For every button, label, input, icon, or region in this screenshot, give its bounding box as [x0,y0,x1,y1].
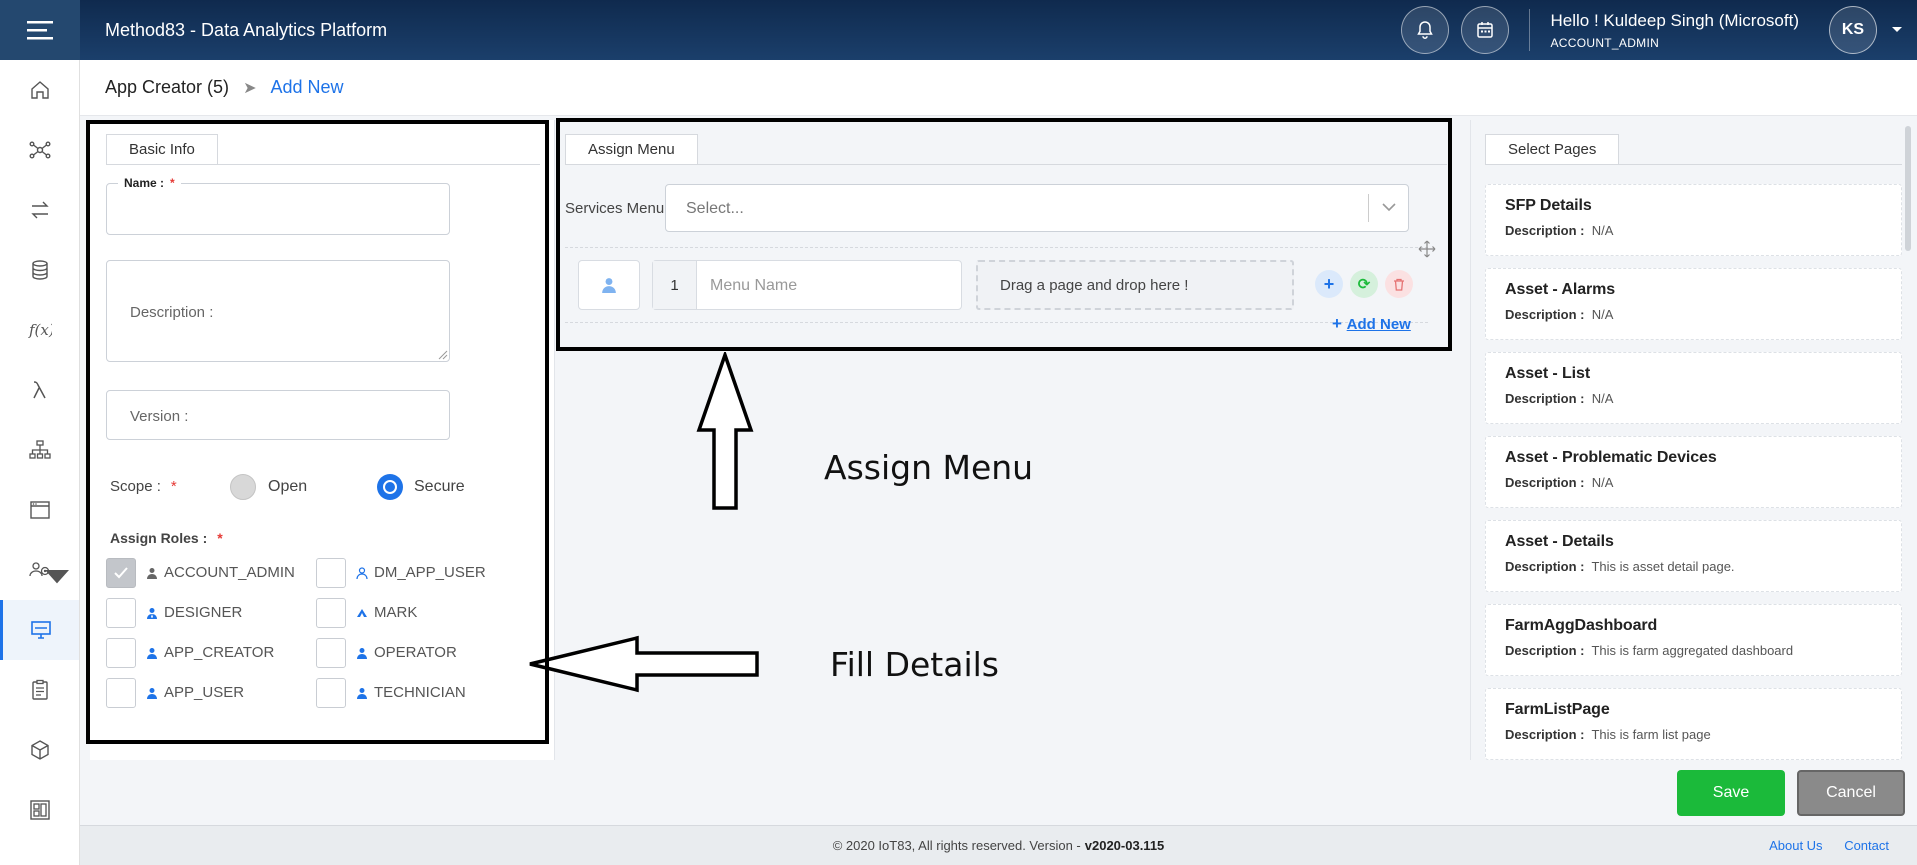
calendar-icon [1477,22,1494,38]
pages-scrollbar[interactable] [1905,126,1911,251]
page-card[interactable]: Asset - Problematic Devices Description :… [1485,436,1902,508]
breadcrumb-parent[interactable]: App Creator (5) [105,77,229,98]
cancel-button[interactable]: Cancel [1797,770,1905,816]
lambda-icon [32,381,46,399]
exchange-icon [30,201,49,219]
sidebar-item-user-management[interactable] [0,540,79,600]
clipboard-icon [31,679,48,700]
hierarchy-icon [28,440,51,459]
sidebar-item-clipboard[interactable] [0,660,79,720]
sidebar-item-layout[interactable] [0,780,79,840]
sidebar-item-lambda[interactable] [0,360,79,420]
monitor-icon [31,621,51,639]
breadcrumb-arrow-icon: ➤ [243,79,257,97]
sidebar: f(x) [0,60,80,865]
bell-icon [1417,21,1434,39]
sidebar-item-function[interactable]: f(x) [0,300,79,360]
contact-link[interactable]: Contact [1844,838,1889,853]
app-title: Method83 - Data Analytics Platform [105,19,388,40]
hamburger-icon [27,21,53,40]
layout-icon [29,800,50,820]
annotation-fill-details-text: Fill Details [830,645,999,684]
page-card[interactable]: SFP Details Description : N/A [1485,184,1902,256]
annotation-frame-basic-info [86,120,549,744]
sidebar-item-window[interactable] [0,480,79,540]
sidebar-item-cube[interactable] [0,720,79,780]
about-us-link[interactable]: About Us [1769,838,1822,853]
sidebar-item-hierarchy[interactable] [0,420,79,480]
footer: © 2020 IoT83, All rights reserved. Versi… [80,825,1917,865]
caret-down-icon [1892,27,1902,32]
svg-text:f(x): f(x) [28,321,52,339]
top-bar: Method83 - Data Analytics Platform Hello… [0,0,1917,60]
annotation-assign-menu-text: Assign Menu [824,448,1034,487]
database-icon [31,260,48,280]
menu-toggle-button[interactable] [0,0,80,60]
footer-version: v2020-03.115 [1084,838,1165,853]
breadcrumb-current[interactable]: Add New [270,77,343,98]
page-card[interactable]: Asset - List Description : N/A [1485,352,1902,424]
sidebar-item-database[interactable] [0,240,79,300]
page-card[interactable]: Asset - Alarms Description : N/A [1485,268,1902,340]
tab-select-pages[interactable]: Select Pages [1485,134,1620,164]
breadcrumb: App Creator (5) ➤ Add New [80,60,1917,116]
avatar[interactable]: KS [1829,6,1877,54]
sidebar-item-exchange[interactable] [0,180,79,240]
notifications-button[interactable] [1401,6,1450,54]
user-greeting: Hello ! Kuldeep Singh (Microsoft) [1550,10,1799,30]
network-icon [29,141,51,159]
page-card[interactable]: FarmAggDashboard Description : This is fa… [1485,604,1902,676]
page-card[interactable]: FarmListPage Description : This is farm l… [1485,688,1902,760]
select-pages-panel: Select Pages SFP Details Description : N/… [1470,120,1917,760]
sidebar-item-app-creator[interactable] [0,600,79,660]
user-role: ACCOUNT_ADMIN [1550,35,1660,50]
window-icon [29,501,50,519]
function-icon: f(x) [28,321,52,339]
annotation-left-arrow [529,635,759,693]
page-card[interactable]: Asset - Details Description : This is ass… [1485,520,1902,592]
cube-icon [30,740,49,760]
header-divider [1529,9,1531,51]
annotation-frame-assign-menu [556,118,1452,351]
annotation-up-arrow [696,352,754,510]
caret-down-icon [45,566,69,593]
footer-copyright: © 2020 IoT83, All rights reserved. Versi… [832,838,1081,853]
tab-underline [1485,164,1902,165]
calendar-button[interactable] [1461,6,1510,54]
sidebar-item-network[interactable] [0,120,79,180]
sidebar-item-home[interactable] [0,60,79,120]
save-button[interactable]: Save [1677,770,1785,816]
home-icon [30,81,49,99]
user-menu-dropdown[interactable] [1877,26,1917,34]
user-info: Hello ! Kuldeep Singh (Microsoft) ACCOUN… [1550,11,1799,50]
